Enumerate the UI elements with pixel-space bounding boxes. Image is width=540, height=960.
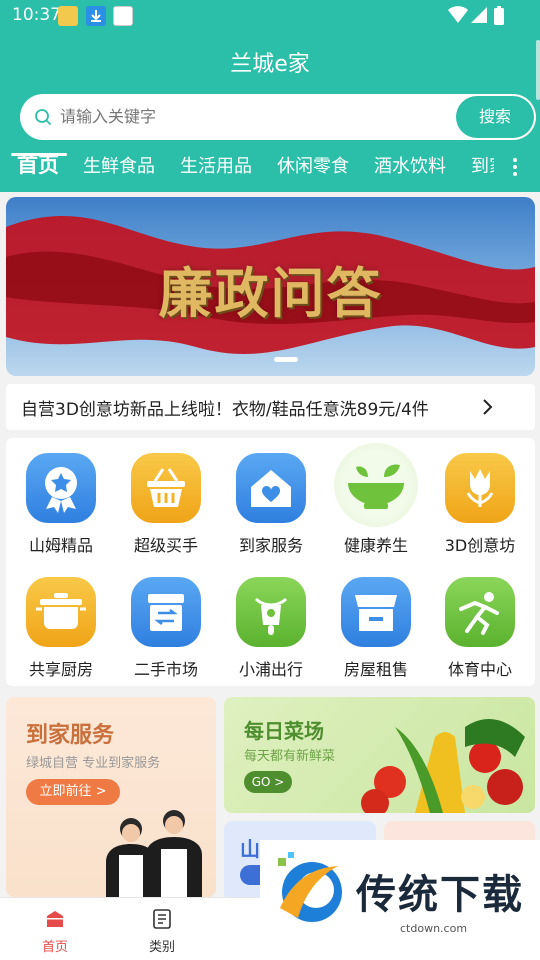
- category-tabs: 首页 生鲜食品 生活用品 休闲零食 酒水饮料 到家: [0, 144, 540, 192]
- grid-item-home-service[interactable]: 到家服务: [221, 438, 321, 558]
- bowl-icon: [334, 443, 418, 527]
- pot-icon: [26, 577, 96, 647]
- search-button[interactable]: 搜索: [456, 96, 534, 138]
- banner-carousel[interactable]: 廉政问答: [6, 197, 535, 376]
- grid-item-label: 二手市场: [133, 660, 198, 679]
- nav-label: 类别: [148, 940, 175, 955]
- chevron-right-icon: [483, 399, 493, 415]
- banner-title: 廉政问答: [158, 261, 383, 325]
- nav-category[interactable]: 类别: [107, 898, 217, 960]
- app-title: 兰城e家: [230, 52, 310, 77]
- download-notification-icon: [86, 6, 106, 26]
- scooter-icon: [236, 577, 306, 647]
- document-icon: [153, 909, 171, 929]
- grid-item-label: 体育中心: [447, 660, 512, 679]
- status-bar: 10:37: [0, 0, 540, 32]
- promo-subtitle: 每天都有新鲜菜: [244, 749, 336, 764]
- watermark-url: ctdown.com: [400, 922, 468, 935]
- medal-icon: [26, 453, 96, 523]
- promo-card-daily-market[interactable]: 每日菜场 每天都有新鲜菜 GO >: [224, 697, 535, 813]
- search-icon: [35, 109, 52, 126]
- active-tab-indicator: [11, 153, 67, 156]
- grid-item-label: 健康养生: [343, 536, 408, 555]
- app-notification-icon: [58, 6, 78, 26]
- app-notification-icon-2: [113, 6, 133, 26]
- go-now-button[interactable]: 立即前往 >: [26, 779, 120, 805]
- watermark-overlay: 传统下载 ctdown.com: [260, 840, 540, 940]
- grid-item-label: 3D创意坊: [444, 536, 516, 555]
- promo-title: 到家服务: [26, 723, 115, 748]
- nav-label: 首页: [41, 940, 68, 955]
- exchange-box-icon: [131, 577, 201, 647]
- grid-item-travel[interactable]: 小浦出行: [221, 562, 321, 682]
- grid-item-label: 山姆精品: [28, 536, 93, 555]
- promo-subtitle: 绿城自营 专业到家服务: [26, 756, 161, 771]
- service-grid: 山姆精品 超级买手 到家服务 健康养生 3D创意坊 共享厨房 二手市场 小浦出行…: [6, 438, 535, 686]
- promo-title: 山: [240, 837, 260, 861]
- scrollbar[interactable]: [536, 40, 540, 100]
- battery-icon: [494, 6, 504, 25]
- grid-item-label: 小浦出行: [238, 660, 303, 679]
- search-input[interactable]: [60, 94, 440, 140]
- grid-item-label: 共享厨房: [28, 660, 93, 679]
- carousel-indicator: [274, 357, 298, 362]
- go-button[interactable]: GO >: [244, 771, 292, 793]
- watermark-logo: [278, 852, 342, 922]
- nav-home[interactable]: 首页: [0, 898, 110, 960]
- tulip-icon: [445, 453, 515, 523]
- tab-home-delivery[interactable]: 到家: [471, 152, 494, 178]
- grid-item-health[interactable]: 健康养生: [326, 438, 426, 558]
- header: 兰城e家 搜索 首页 生鲜食品 生活用品 休闲零食 酒水饮料 到家: [0, 32, 540, 192]
- basket-icon: [131, 453, 201, 523]
- grid-item-real-estate[interactable]: 房屋租售: [326, 562, 426, 682]
- status-time: 10:37: [12, 5, 61, 25]
- tab-fresh-food[interactable]: 生鲜食品: [83, 152, 155, 178]
- announcement-text: 自营3D创意坊新品上线啦！衣物/鞋品任意洗89元/4件: [21, 400, 429, 420]
- wifi-icon: [448, 6, 468, 23]
- search-bar: 搜索: [20, 94, 536, 140]
- grid-item-second-hand[interactable]: 二手市场: [116, 562, 216, 682]
- tab-drinks[interactable]: 酒水饮料: [374, 152, 446, 178]
- more-tabs-icon[interactable]: [512, 156, 518, 178]
- grid-item-shared-kitchen[interactable]: 共享厨房: [11, 562, 111, 682]
- promo-card-home-service[interactable]: 到家服务 绿城自营 专业到家服务 立即前往 >: [6, 697, 216, 897]
- grid-item-sports[interactable]: 体育中心: [430, 562, 530, 682]
- service-staff-illustration: [106, 810, 202, 897]
- grid-item-label: 到家服务: [238, 536, 303, 555]
- watermark-text: 传统下载: [356, 872, 524, 918]
- grid-item-label: 房屋租售: [343, 660, 408, 679]
- shop-icon: [341, 577, 411, 647]
- grid-item-label: 超级买手: [133, 536, 198, 555]
- announcement-bar[interactable]: 自营3D创意坊新品上线啦！衣物/鞋品任意洗89元/4件: [6, 384, 535, 430]
- grid-item-super-buyer[interactable]: 超级买手: [116, 438, 216, 558]
- promo-title: 每日菜场: [244, 719, 324, 743]
- vegetables-illustration: [361, 719, 525, 813]
- runner-icon: [445, 577, 515, 647]
- house-icon: [236, 453, 306, 523]
- tab-daily-goods[interactable]: 生活用品: [180, 152, 252, 178]
- grid-item-sam-select[interactable]: 山姆精品: [11, 438, 111, 558]
- tab-snacks[interactable]: 休闲零食: [277, 152, 349, 178]
- signal-icon: [471, 7, 487, 23]
- home-icon: [47, 911, 63, 927]
- grid-item-3d-workshop[interactable]: 3D创意坊: [430, 438, 530, 558]
